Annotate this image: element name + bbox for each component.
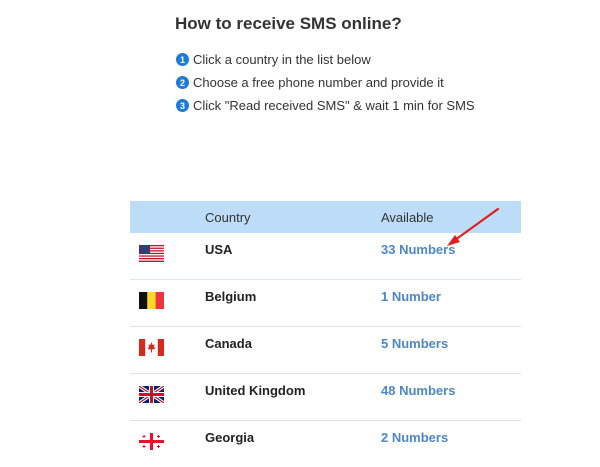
country-name[interactable]: United Kingdom (205, 383, 305, 398)
column-header-available: Available (381, 209, 434, 225)
country-name[interactable]: Canada (205, 336, 252, 351)
table-row[interactable]: USA 33 Numbers (130, 233, 521, 280)
table-header: Country Available (130, 201, 521, 233)
numbers-link[interactable]: 33 Numbers (381, 242, 455, 257)
instructions-list: 1 Click a country in the list below 2 Ch… (176, 48, 475, 117)
numbers-link[interactable]: 48 Numbers (381, 383, 455, 398)
country-name[interactable]: Georgia (205, 430, 254, 445)
georgia-flag-icon (139, 433, 164, 450)
numbers-link[interactable]: 5 Numbers (381, 336, 448, 351)
table-row[interactable]: United Kingdom 48 Numbers (130, 374, 521, 421)
instruction-step-2: 2 Choose a free phone number and provide… (176, 71, 475, 94)
numbers-link[interactable]: 1 Number (381, 289, 441, 304)
country-name[interactable]: Belgium (205, 289, 256, 304)
country-name[interactable]: USA (205, 242, 232, 257)
belgium-flag-icon (139, 292, 164, 309)
step-number-badge: 1 (176, 53, 189, 66)
instruction-step-3: 3 Click "Read received SMS" & wait 1 min… (176, 94, 475, 117)
step-text: Click a country in the list below (193, 52, 371, 67)
numbers-link[interactable]: 2 Numbers (381, 430, 448, 445)
step-number-badge: 3 (176, 99, 189, 112)
step-number-badge: 2 (176, 76, 189, 89)
canada-flag-icon (139, 339, 164, 356)
step-text: Choose a free phone number and provide i… (193, 75, 444, 90)
instruction-step-1: 1 Click a country in the list below (176, 48, 475, 71)
uk-flag-icon (139, 386, 164, 403)
usa-flag-icon (139, 245, 164, 262)
table-row[interactable]: Georgia 2 Numbers (130, 421, 521, 467)
page-heading: How to receive SMS online? (175, 14, 402, 33)
column-header-country: Country (205, 209, 251, 225)
table-row[interactable]: Canada 5 Numbers (130, 327, 521, 374)
step-text: Click "Read received SMS" & wait 1 min f… (193, 98, 475, 113)
countries-table: Country Available USA 33 Numbers Belgium… (130, 201, 521, 467)
table-row[interactable]: Belgium 1 Number (130, 280, 521, 327)
